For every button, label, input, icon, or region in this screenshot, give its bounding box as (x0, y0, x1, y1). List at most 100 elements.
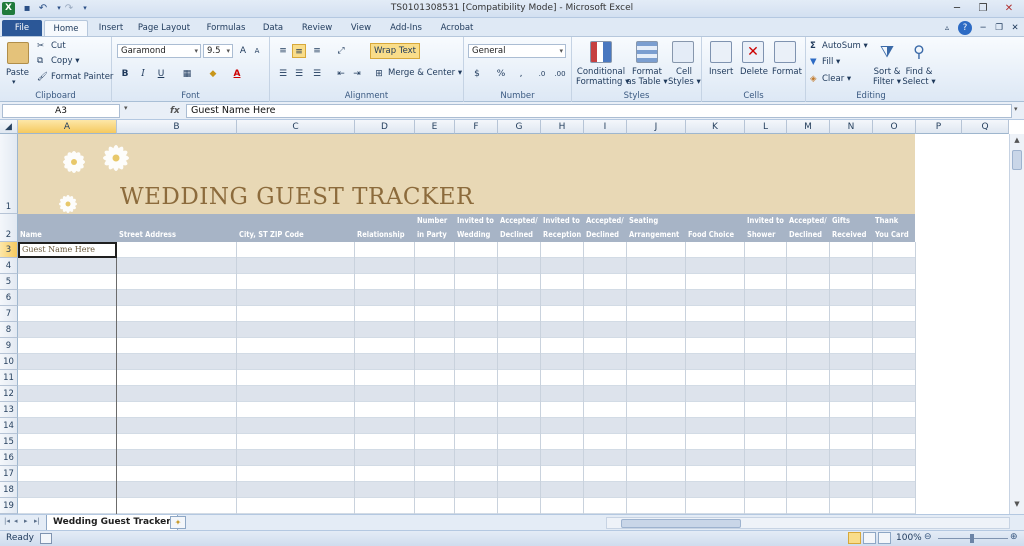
close-button[interactable]: ✕ (996, 1, 1022, 16)
fill-icon[interactable]: ▼ (810, 57, 817, 67)
font-color-icon[interactable]: A (230, 67, 244, 81)
format-as-table-icon[interactable] (636, 41, 658, 63)
workbook-restore-button[interactable]: ❐ (992, 20, 1006, 37)
row-header-2[interactable]: 2 (0, 214, 18, 242)
first-sheet-icon[interactable]: |◂ (4, 517, 10, 525)
comma-icon[interactable]: , (514, 67, 528, 81)
align-center-icon[interactable]: ☰ (292, 67, 306, 81)
tab-page-layout[interactable]: Page Layout (134, 20, 194, 37)
cut-button[interactable]: Cut (51, 41, 66, 51)
column-header-d[interactable]: D (355, 120, 415, 134)
sheet-tab-wedding-guest-tracker[interactable]: Wedding Guest Tracker (46, 515, 178, 531)
tab-view[interactable]: View (344, 20, 378, 37)
format-cells-icon[interactable] (774, 41, 796, 63)
insert-cells-icon[interactable] (710, 41, 732, 63)
column-header-i[interactable]: I (584, 120, 627, 134)
paste-dropdown-icon[interactable]: ▾ (12, 78, 16, 86)
column-header-k[interactable]: K (686, 120, 745, 134)
column-header-f[interactable]: F (455, 120, 498, 134)
format-painter-icon[interactable]: 🖌 (37, 72, 48, 82)
formula-input[interactable]: Guest Name Here (186, 104, 1012, 118)
vertical-scroll-thumb[interactable] (1012, 150, 1022, 170)
find-select-icon[interactable]: ⚲ (908, 41, 930, 63)
paste-button[interactable]: Paste (6, 68, 29, 78)
row-header-4[interactable]: 4 (0, 258, 18, 274)
column-header-h[interactable]: H (541, 120, 584, 134)
column-header-e[interactable]: E (415, 120, 455, 134)
column-header-m[interactable]: M (787, 120, 830, 134)
column-header-q[interactable]: Q (962, 120, 1009, 134)
row-header-8[interactable]: 8 (0, 322, 18, 338)
clear-button[interactable]: Clear ▾ (822, 74, 851, 84)
align-right-icon[interactable]: ☰ (310, 67, 324, 81)
number-format-dropdown[interactable]: General (468, 44, 566, 58)
decrease-indent-icon[interactable]: ⇤ (334, 67, 348, 81)
zoom-slider-thumb[interactable] (970, 534, 974, 543)
clear-icon[interactable]: ◈ (810, 74, 817, 84)
cell-styles-button[interactable]: Cell Styles ▾ (668, 67, 701, 87)
column-header-j[interactable]: J (627, 120, 686, 134)
column-header-p[interactable]: P (916, 120, 962, 134)
tab-data[interactable]: Data (256, 20, 290, 37)
fill-color-icon[interactable]: ◆ (206, 67, 220, 81)
delete-cells-icon[interactable]: ✕ (742, 41, 764, 63)
format-as-table-button[interactable]: Format as Table ▾ (626, 67, 668, 87)
borders-icon[interactable]: ▦ (180, 67, 194, 81)
grow-font-icon[interactable]: A (236, 44, 250, 58)
column-header-l[interactable]: L (745, 120, 787, 134)
minimize-button[interactable]: ─ (944, 1, 970, 16)
italic-icon[interactable]: I (136, 67, 150, 81)
row-header-7[interactable]: 7 (0, 306, 18, 322)
row-header-11[interactable]: 11 (0, 370, 18, 386)
page-break-view-icon[interactable] (878, 532, 891, 544)
row-header-1[interactable]: 1 (0, 134, 18, 214)
align-top-icon[interactable]: ≡ (276, 44, 290, 58)
row-header-17[interactable]: 17 (0, 466, 18, 482)
row-header-18[interactable]: 18 (0, 482, 18, 498)
ribbon-minimize-icon[interactable]: ▵ (940, 20, 954, 37)
row-header-16[interactable]: 16 (0, 450, 18, 466)
row-header-9[interactable]: 9 (0, 338, 18, 354)
tab-acrobat[interactable]: Acrobat (434, 20, 480, 37)
help-icon[interactable]: ? (958, 21, 972, 35)
zoom-in-icon[interactable]: ⊕ (1010, 532, 1018, 542)
autosum-button[interactable]: AutoSum ▾ (822, 41, 868, 51)
tab-formulas[interactable]: Formulas (200, 20, 252, 37)
worksheet-grid[interactable]: ◢ ABCDEFGHIJKLMNOPQ 1 2 3 4 5 6 7 8 9 10 11 12 13 14 1… (0, 120, 1024, 514)
restore-button[interactable]: ❐ (970, 1, 996, 16)
increase-decimal-icon[interactable]: .0 (534, 67, 550, 81)
conditional-formatting-button[interactable]: Conditional Formatting ▾ (576, 67, 629, 87)
sort-filter-icon[interactable]: ⧩ (876, 41, 898, 63)
percent-icon[interactable]: % (494, 67, 508, 81)
active-cell-a3[interactable]: Guest Name Here (18, 242, 117, 258)
insert-cells-button[interactable]: Insert (709, 67, 733, 77)
decrease-decimal-icon[interactable]: .00 (552, 67, 568, 81)
tab-insert[interactable]: Insert (94, 20, 128, 37)
zoom-out-icon[interactable]: ⊖ (924, 532, 932, 542)
scroll-down-icon[interactable]: ▼ (1011, 500, 1023, 512)
column-header-n[interactable]: N (830, 120, 873, 134)
paste-icon[interactable] (7, 42, 29, 64)
row-header-10[interactable]: 10 (0, 354, 18, 370)
workbook-minimize-button[interactable]: ─ (976, 20, 990, 37)
row-header-5[interactable]: 5 (0, 274, 18, 290)
macro-record-icon[interactable] (40, 533, 52, 544)
column-header-b[interactable]: B (117, 120, 237, 134)
autosum-icon[interactable]: Σ (810, 41, 816, 51)
underline-icon[interactable]: U (154, 67, 168, 81)
expand-formula-bar-icon[interactable]: ▾ (1014, 105, 1018, 113)
wrap-text-button[interactable]: Wrap Text (370, 43, 421, 59)
merge-center-button[interactable]: Merge & Center ▾ (388, 68, 462, 78)
prev-sheet-icon[interactable]: ◂ (14, 517, 18, 525)
align-middle-icon[interactable]: ≡ (292, 44, 306, 58)
insert-sheet-icon[interactable]: ✦ (170, 516, 186, 529)
orientation-icon[interactable]: ⤢ (334, 44, 348, 58)
insert-function-button[interactable]: fx (170, 104, 184, 118)
delete-cells-button[interactable]: Delete (740, 67, 768, 77)
row-header-12[interactable]: 12 (0, 386, 18, 402)
row-header-14[interactable]: 14 (0, 418, 18, 434)
currency-icon[interactable]: $ (470, 67, 484, 81)
conditional-formatting-icon[interactable] (590, 41, 612, 63)
fill-button[interactable]: Fill ▾ (822, 57, 840, 67)
workbook-close-button[interactable]: ✕ (1008, 20, 1022, 37)
